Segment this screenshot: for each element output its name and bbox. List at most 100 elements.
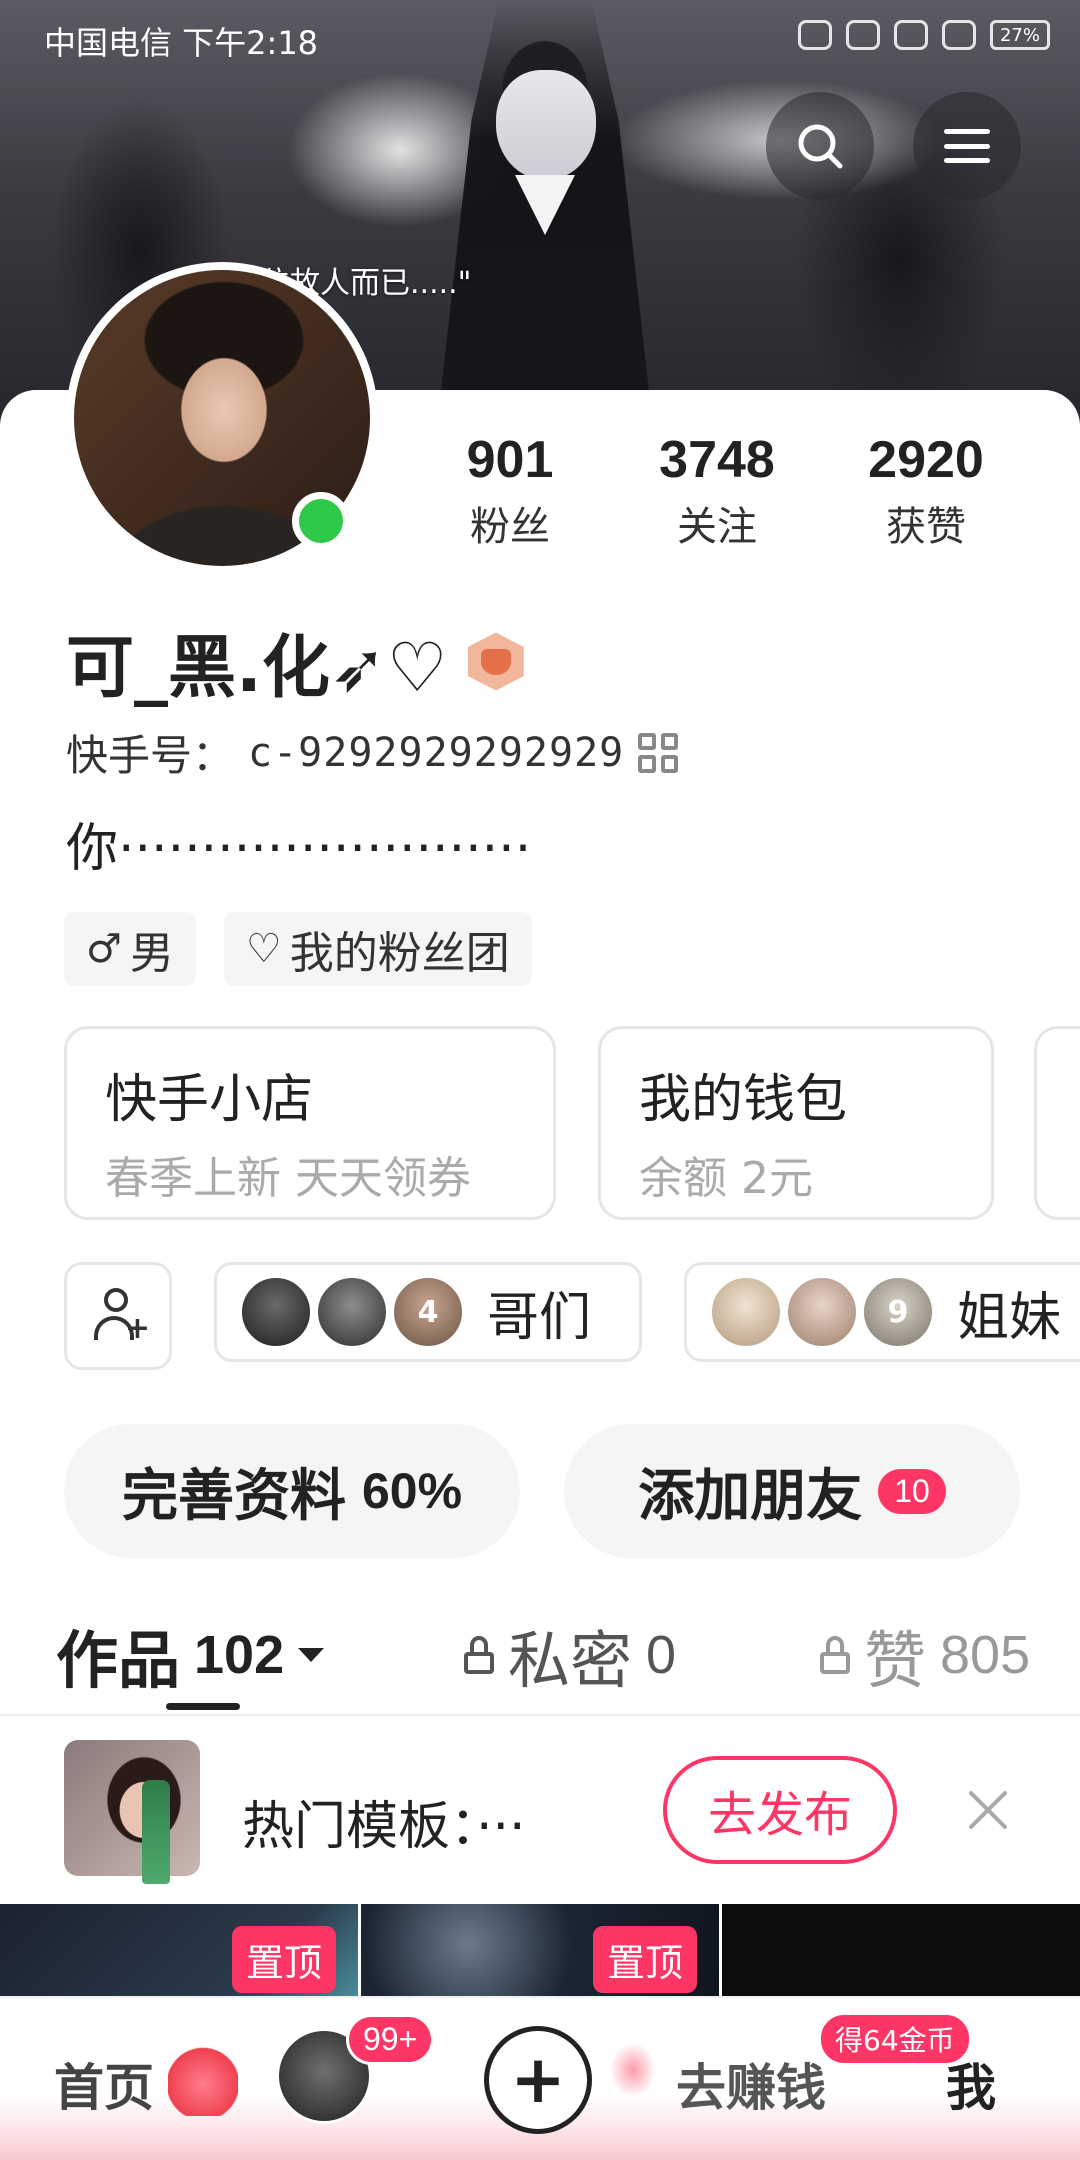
nav-home[interactable]: 首页 bbox=[54, 2048, 154, 2120]
nickname-row: 可_黑.化➶♡ bbox=[66, 612, 524, 711]
pinned-badge: 置顶 bbox=[231, 1926, 336, 1993]
qr-code-icon[interactable] bbox=[638, 732, 679, 773]
video-grid: 置顶 置顶 bbox=[0, 1904, 1080, 2004]
stat-likes-value: 2920 bbox=[868, 431, 984, 489]
nav-me[interactable]: 我 bbox=[946, 2048, 996, 2120]
caret-down-icon bbox=[298, 1648, 325, 1662]
battery-level: 27% bbox=[999, 24, 1040, 46]
banner-face bbox=[496, 70, 596, 180]
tab-private-label: 私密 bbox=[508, 1624, 633, 1697]
tab-works-label: 作品 bbox=[56, 1624, 181, 1697]
complete-profile-button[interactable]: 完善资料 60% bbox=[64, 1424, 520, 1558]
tab-private-count: 0 bbox=[646, 1625, 677, 1685]
member-avatar bbox=[785, 1275, 859, 1349]
nickname: 可_黑.化➶♡ bbox=[66, 629, 448, 708]
video-tile[interactable] bbox=[722, 1904, 1080, 2004]
nav-feed-badge: 99+ bbox=[346, 2014, 435, 2065]
kwai-id-value: c-9292929292929 bbox=[248, 729, 625, 776]
tab-liked[interactable]: 赞 805 bbox=[820, 1610, 1030, 1700]
stat-following-label: 关注 bbox=[677, 504, 757, 550]
tab-liked-label: 赞 bbox=[864, 1624, 927, 1697]
stat-fans-value: 901 bbox=[466, 431, 554, 489]
kwai-id-row[interactable]: 快手号： c-9292929292929 bbox=[66, 722, 679, 783]
shop-subtitle: 春季上新 天天领券 bbox=[105, 1153, 471, 1204]
group-name: 姐妹 bbox=[957, 1287, 1062, 1348]
fan-club-tag[interactable]: ♡ 我的粉丝团 bbox=[223, 912, 532, 986]
heart-icon: ♡ bbox=[245, 926, 282, 972]
signal-icon bbox=[942, 20, 976, 50]
add-friends-button[interactable]: 添加朋友 10 bbox=[564, 1424, 1020, 1558]
lock-icon bbox=[464, 1636, 494, 1674]
member-count: 4 bbox=[417, 1294, 439, 1330]
stat-following-value: 3748 bbox=[659, 431, 775, 489]
stat-following[interactable]: 3748 关注 bbox=[627, 430, 807, 552]
member-avatar: 4 bbox=[391, 1275, 465, 1349]
bio: 你························· bbox=[66, 819, 532, 879]
publish-button[interactable]: 去发布 bbox=[663, 1756, 897, 1864]
tab-works-count: 102 bbox=[194, 1625, 285, 1685]
stat-likes[interactable]: 2920 获赞 bbox=[836, 430, 1016, 552]
gender-tag-label: 男 bbox=[129, 928, 174, 979]
add-friends-label: 添加朋友 bbox=[638, 1463, 863, 1529]
add-friend-button[interactable]: + bbox=[64, 1262, 172, 1370]
status-icons: 27% bbox=[798, 20, 1050, 50]
profile-tags: ♂ 男 ♡ 我的粉丝团 bbox=[64, 912, 532, 986]
close-icon[interactable] bbox=[966, 1788, 1010, 1832]
wallet-card[interactable]: 我的钱包 余额 2元 bbox=[598, 1026, 994, 1220]
bottom-nav: 首页 99+ + 去赚钱 得64金币 我 bbox=[0, 1996, 1080, 2160]
member-count: 9 bbox=[887, 1294, 909, 1330]
male-icon: ♂ bbox=[86, 926, 122, 972]
create-post-button[interactable]: + bbox=[484, 2026, 592, 2134]
member-avatar bbox=[709, 1275, 783, 1349]
group-chip-brothers[interactable]: 4 哥们 bbox=[214, 1262, 642, 1362]
complete-profile-percent: 60% bbox=[361, 1463, 463, 1519]
shop-title: 快手小店 bbox=[105, 1070, 314, 1130]
battery-icon: 27% bbox=[990, 20, 1050, 50]
active-tab-indicator bbox=[166, 1703, 240, 1710]
plus-icon: + bbox=[510, 2041, 566, 2118]
level-badge-icon[interactable] bbox=[467, 632, 524, 691]
stat-fans[interactable]: 901 粉丝 bbox=[420, 430, 600, 552]
video-tile[interactable]: 置顶 bbox=[0, 1904, 358, 2004]
home-decoration-icon bbox=[168, 2036, 238, 2116]
services-row: 快手小店 春季上新 天天领券 我的钱包 余额 2元 bbox=[64, 1026, 1080, 1220]
groups-row: + 4 哥们 9 姐妹 bbox=[64, 1262, 1080, 1372]
alarm-icon bbox=[798, 20, 832, 50]
fan-club-tag-label: 我的粉丝团 bbox=[289, 928, 510, 979]
hamburger-icon bbox=[944, 129, 990, 163]
pinned-badge: 置顶 bbox=[592, 1926, 697, 1993]
notification-icon bbox=[846, 20, 880, 50]
status-bar: 中国电信 下午2:18 27% bbox=[0, 0, 1080, 80]
nav-earn[interactable]: 去赚钱 bbox=[676, 2048, 826, 2120]
add-person-icon: + bbox=[92, 1288, 150, 1344]
earn-decoration-icon bbox=[608, 2040, 658, 2100]
member-avatar bbox=[315, 1275, 389, 1349]
search-button[interactable] bbox=[766, 92, 874, 200]
search-icon bbox=[798, 124, 843, 169]
kwai-id-label: 快手号： bbox=[66, 731, 235, 780]
template-text: 热门模板：··· bbox=[242, 1797, 526, 1857]
wifi-icon bbox=[894, 20, 928, 50]
profile-stats: 901 粉丝 3748 关注 2920 获赞 bbox=[0, 430, 1080, 570]
content-tabs: 作品 102 私密 0 赞 805 bbox=[0, 1590, 1080, 1710]
more-service-card[interactable] bbox=[1034, 1026, 1080, 1220]
add-friends-badge: 10 bbox=[878, 1468, 946, 1514]
group-name: 哥们 bbox=[487, 1287, 592, 1348]
stat-fans-label: 粉丝 bbox=[470, 504, 550, 550]
wallet-title: 我的钱包 bbox=[639, 1070, 848, 1130]
wallet-subtitle: 余额 2元 bbox=[639, 1153, 813, 1204]
video-tile[interactable]: 置顶 bbox=[361, 1904, 719, 2004]
shop-card[interactable]: 快手小店 春季上新 天天领券 bbox=[64, 1026, 556, 1220]
menu-button[interactable] bbox=[913, 92, 1021, 200]
complete-profile-label: 完善资料 bbox=[121, 1463, 346, 1529]
member-avatar: 9 bbox=[861, 1275, 935, 1349]
stat-likes-label: 获赞 bbox=[886, 504, 966, 550]
tab-works[interactable]: 作品 102 bbox=[56, 1610, 325, 1700]
tab-private[interactable]: 私密 0 bbox=[464, 1610, 676, 1700]
action-pills: 完善资料 60% 添加朋友 10 bbox=[64, 1424, 1020, 1558]
gender-tag: ♂ 男 bbox=[64, 912, 196, 986]
group-chip-sisters[interactable]: 9 姐妹 bbox=[684, 1262, 1080, 1362]
template-thumbnail[interactable] bbox=[64, 1740, 200, 1884]
carrier-time: 中国电信 下午2:18 bbox=[44, 24, 319, 62]
template-banner: 热门模板：··· 去发布 bbox=[0, 1716, 1080, 1904]
